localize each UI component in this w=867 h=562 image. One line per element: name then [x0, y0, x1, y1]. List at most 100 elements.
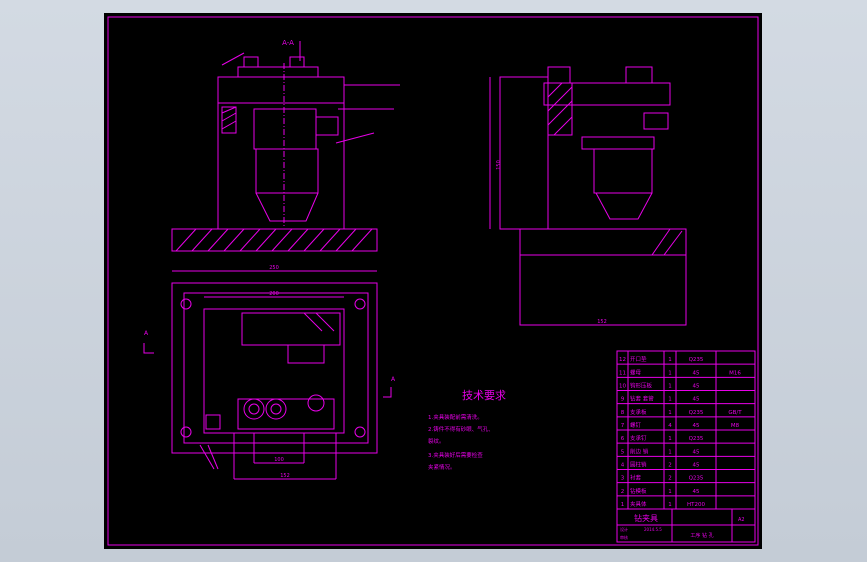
bushing-left: [243, 56, 259, 68]
side-cone: [595, 192, 653, 220]
side-stop: [205, 414, 221, 430]
parts-cell-name: 钻套 套管: [630, 395, 654, 403]
parts-cell-material: 45: [693, 397, 700, 403]
parts-cell-no: 2: [621, 489, 625, 495]
parts-cell-material: 45: [693, 370, 700, 376]
workpiece-cone: [255, 192, 319, 222]
clamp-screw: [315, 116, 339, 136]
parts-cell-no: 3: [621, 476, 625, 482]
side-drill-plate: [543, 82, 671, 106]
parts-cell-name: 圆柱销: [630, 461, 647, 469]
parts-cell-no: 8: [621, 410, 625, 416]
top-drill-plate: [241, 312, 341, 346]
parts-cell-name: 削边 销: [630, 447, 649, 455]
parts-cell-no: 10: [619, 384, 626, 390]
side-clamp-bar: [581, 136, 655, 150]
parts-cell-name: 钩形压板: [630, 382, 653, 390]
plate-top: [237, 66, 319, 78]
section-mark-right: A: [391, 376, 396, 383]
parts-cell-no: 1: [621, 502, 625, 508]
parts-cell-name: 螺母: [630, 368, 642, 376]
side-screw: [643, 112, 669, 130]
front-view: [171, 41, 400, 252]
side-bolt-left: [547, 66, 571, 84]
parts-cell-name: 钻模板: [630, 487, 647, 495]
drawing-sheet: A-A 250 200 100 152 A A 150 152 技术要求 1.夹…: [104, 13, 762, 549]
title-sheet-size: A2: [738, 517, 745, 523]
top-inner-body: [203, 308, 345, 434]
parts-cell-material: Q235: [689, 476, 704, 482]
parts-cell-no: 11: [619, 370, 626, 376]
tech-req-line-1: 1.夹具装配前需清洗。: [428, 413, 483, 421]
top-clamp-block: [287, 344, 325, 364]
parts-cell-name: 开口垫: [630, 355, 647, 363]
parts-cell-qty: 1: [668, 436, 672, 442]
parts-cell-qty: 1: [668, 502, 672, 508]
title-designer: 设计: [620, 526, 628, 532]
parts-cell-no: 6: [621, 436, 625, 442]
parts-cell-qty: 1: [668, 357, 672, 363]
parts-cell-name: 螺钉: [630, 421, 642, 429]
tech-req-line-3: 裂纹。: [428, 437, 445, 445]
side-body: [499, 76, 549, 230]
parts-cell-qty: 1: [668, 449, 672, 455]
tech-req-line-2: 2.铸件不得有砂眼、气孔、: [428, 425, 494, 433]
dim-inner-width: 200: [269, 291, 279, 297]
base-hatch: [175, 228, 373, 252]
parts-cell-qty: 2: [668, 463, 672, 469]
parts-cell-note: M16: [729, 370, 741, 376]
parts-cell-material: 45: [693, 423, 700, 429]
side-view: [489, 66, 687, 326]
parts-cell-qty: 4: [668, 423, 672, 429]
dim-bottom-b: 152: [280, 473, 290, 479]
dim-overall-width: 250: [269, 265, 279, 271]
parts-cell-material: Q235: [689, 436, 704, 442]
parts-cell-qty: 1: [668, 370, 672, 376]
parts-cell-material: Q235: [689, 410, 704, 416]
workpiece-upper: [253, 108, 317, 150]
parts-cell-note: M8: [731, 423, 740, 429]
bushing-right: [289, 56, 305, 68]
parts-cell-material: 45: [693, 449, 700, 455]
parts-cell-no: 7: [621, 423, 625, 429]
workpiece-lower: [255, 148, 319, 194]
parts-cell-name: 支承钉: [630, 434, 647, 442]
title-drawing-no: 工序 钻 孔: [690, 532, 713, 539]
title-checker: 审核: [620, 534, 628, 540]
parts-cell-material: 45: [693, 384, 700, 390]
parts-cell-name: 衬套: [630, 474, 642, 482]
title-date: 2014.5.5: [644, 527, 662, 532]
dim-side-base: 152: [597, 319, 607, 325]
dim-bottom-a: 100: [274, 457, 284, 463]
side-bolt-right: [625, 66, 653, 84]
drill-plate: [217, 76, 345, 104]
parts-cell-qty: 1: [668, 410, 672, 416]
parts-cell-qty: 2: [668, 476, 672, 482]
parts-cell-no: 4: [621, 463, 625, 469]
parts-cell-material: 45: [693, 489, 700, 495]
parts-cell-name: 支承板: [630, 408, 647, 416]
side-workpiece: [593, 148, 653, 194]
tech-req-line-5: 夹紧情况。: [428, 463, 456, 471]
bushing-circle-2: [265, 398, 287, 420]
section-label-aa: A-A: [282, 39, 294, 47]
title-block-title: 钻夹具: [634, 513, 658, 523]
front-body: [217, 76, 345, 230]
parts-cell-qty: 1: [668, 397, 672, 403]
parts-cell-no: 5: [621, 449, 625, 455]
top-view: [171, 270, 378, 480]
parts-cell-no: 12: [619, 357, 626, 363]
parts-cell-note: GB/T: [728, 410, 742, 416]
side-base-block: [519, 228, 687, 326]
tech-req-title: 技术要求: [462, 389, 506, 402]
cad-drawing: A-A 250 200 100 152 A A 150 152 技术要求 1.夹…: [107, 16, 759, 546]
parts-cell-material: HT200: [687, 502, 705, 508]
dim-side-height: 150: [496, 160, 502, 170]
parts-cell-no: 9: [621, 397, 625, 403]
parts-cell-name: 夹具体: [630, 500, 647, 508]
tech-req-line-4: 3.夹具装好后需要检查: [428, 451, 483, 459]
bushing-circle-1: [243, 398, 265, 420]
section-mark-left: A: [144, 330, 149, 337]
parts-cell-qty: 1: [668, 384, 672, 390]
parts-cell-qty: 1: [668, 489, 672, 495]
